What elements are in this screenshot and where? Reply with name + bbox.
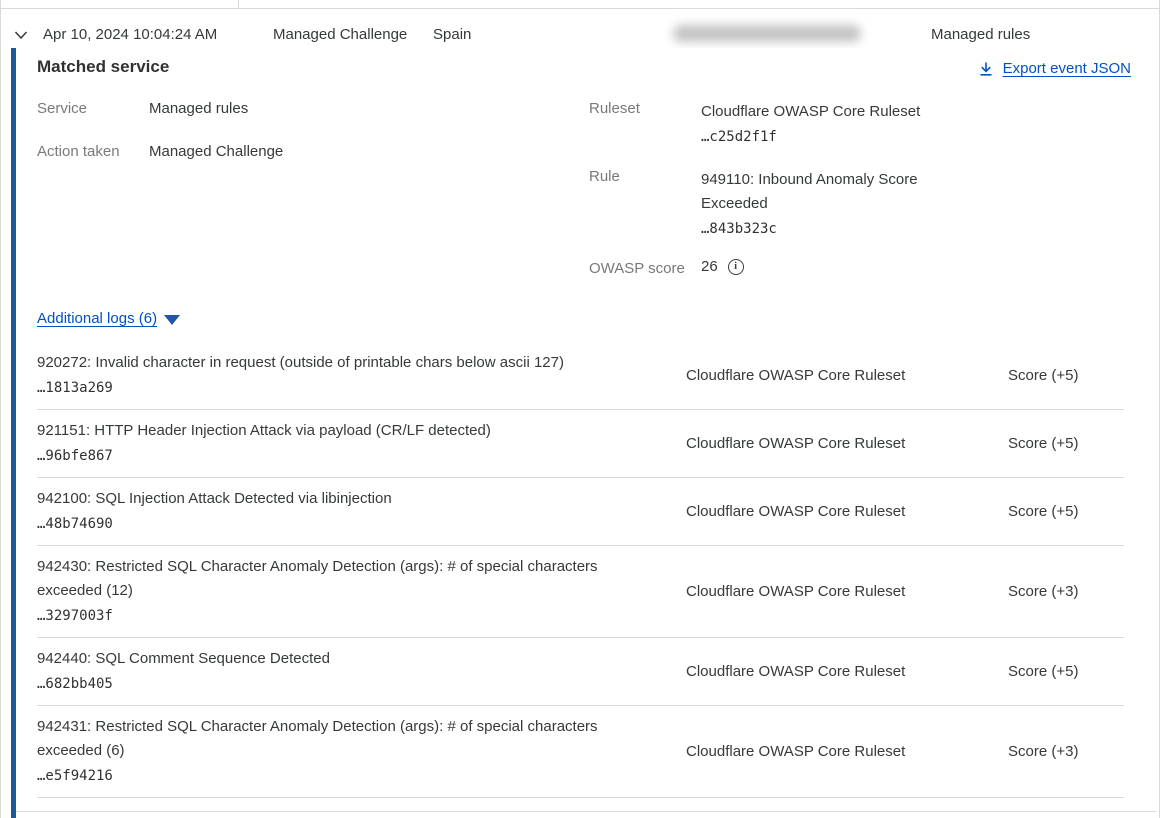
ruleset-name: Cloudflare OWASP Core Ruleset: [701, 103, 920, 120]
additional-logs-label: Additional logs (6): [37, 310, 157, 327]
log-rule-id: …1813a269: [37, 376, 617, 400]
column-tick-divider: [238, 0, 239, 8]
ruleset-value-block: Cloudflare OWASP Core Ruleset …c25d2f1f: [701, 100, 941, 149]
log-ruleset: Cloudflare OWASP Core Ruleset: [686, 743, 1008, 760]
log-rule-title: 920272: Invalid character in request (ou…: [37, 351, 617, 375]
event-country: Spain: [433, 26, 471, 43]
log-rule-title: 921151: HTTP Header Injection Attack via…: [37, 419, 617, 443]
log-rule-title: 942431: Restricted SQL Character Anomaly…: [37, 715, 617, 763]
action-taken-value: Managed Challenge: [149, 143, 283, 160]
log-score: Score (+5): [1008, 367, 1078, 384]
log-row-main: 942100: SQL Injection Attack Detected vi…: [37, 487, 617, 536]
log-rule-id: …3297003f: [37, 604, 617, 628]
download-icon: [978, 61, 994, 77]
event-timestamp: Apr 10, 2024 10:04:24 AM: [43, 26, 217, 43]
log-rule-title: 942430: Restricted SQL Character Anomaly…: [37, 555, 617, 603]
rule-id: …843b323c: [701, 217, 941, 241]
info-icon[interactable]: i: [728, 259, 744, 275]
additional-logs-toggle[interactable]: Additional logs (6): [37, 310, 180, 327]
log-row-main: 942431: Restricted SQL Character Anomaly…: [37, 715, 617, 788]
log-row: 920272: Invalid character in request (ou…: [37, 342, 1124, 410]
export-event-json-label: Export event JSON: [1003, 60, 1131, 77]
ruleset-label: Ruleset: [589, 100, 640, 117]
log-row: 942100: SQL Injection Attack Detected vi…: [37, 478, 1124, 546]
log-score: Score (+5): [1008, 663, 1078, 680]
log-row: 942430: Restricted SQL Character Anomaly…: [37, 546, 1124, 638]
rule-name: 949110: Inbound Anomaly Score Exceeded: [701, 171, 918, 212]
log-row: 942431: Restricted SQL Character Anomaly…: [37, 706, 1124, 798]
panel-bottom-divider: [16, 811, 1156, 812]
ruleset-id: …c25d2f1f: [701, 125, 941, 149]
log-score: Score (+5): [1008, 503, 1078, 520]
action-taken-label: Action taken: [37, 143, 120, 160]
owasp-score-block: 26 i: [701, 258, 744, 275]
owasp-score-value: 26: [701, 258, 718, 275]
log-rule-id: …96bfe867: [37, 444, 617, 468]
log-rule-id: …682bb405: [37, 672, 617, 696]
log-ruleset: Cloudflare OWASP Core Ruleset: [686, 583, 1008, 600]
event-action: Managed Challenge: [273, 26, 407, 43]
log-row: 921151: HTTP Header Injection Attack via…: [37, 410, 1124, 478]
log-rule-title: 942100: SQL Injection Attack Detected vi…: [37, 487, 617, 511]
log-row-main: 942430: Restricted SQL Character Anomaly…: [37, 555, 617, 628]
caret-down-icon: [164, 315, 180, 325]
log-ruleset: Cloudflare OWASP Core Ruleset: [686, 435, 1008, 452]
export-event-json-link[interactable]: Export event JSON: [978, 60, 1131, 77]
event-detail-panel: Matched service Export event JSON Servic…: [11, 48, 1156, 818]
matched-service-title: Matched service: [37, 57, 169, 77]
chevron-down-icon[interactable]: [13, 27, 29, 43]
log-score: Score (+3): [1008, 743, 1078, 760]
log-score: Score (+3): [1008, 583, 1078, 600]
additional-logs-table: 920272: Invalid character in request (ou…: [37, 342, 1124, 798]
log-row-main: 921151: HTTP Header Injection Attack via…: [37, 419, 617, 468]
owasp-score-label: OWASP score: [589, 260, 685, 277]
service-value: Managed rules: [149, 100, 248, 117]
log-score: Score (+5): [1008, 435, 1078, 452]
log-rule-id: …48b74690: [37, 512, 617, 536]
rule-value-block: 949110: Inbound Anomaly Score Exceeded ……: [701, 168, 941, 241]
log-rule-title: 942440: SQL Comment Sequence Detected: [37, 647, 617, 671]
log-rule-id: …e5f94216: [37, 764, 617, 788]
log-row: 942440: SQL Comment Sequence Detected …6…: [37, 638, 1124, 706]
log-ruleset: Cloudflare OWASP Core Ruleset: [686, 503, 1008, 520]
event-service: Managed rules: [931, 26, 1030, 43]
log-row-main: 942440: SQL Comment Sequence Detected …6…: [37, 647, 617, 696]
rule-label: Rule: [589, 168, 620, 185]
firewall-event-detail-screen: Apr 10, 2024 10:04:24 AM Managed Challen…: [0, 0, 1160, 818]
service-label: Service: [37, 100, 87, 117]
log-row-main: 920272: Invalid character in request (ou…: [37, 351, 617, 400]
event-summary-row[interactable]: Apr 10, 2024 10:04:24 AM Managed Challen…: [1, 8, 1159, 48]
log-ruleset: Cloudflare OWASP Core Ruleset: [686, 663, 1008, 680]
log-ruleset: Cloudflare OWASP Core Ruleset: [686, 367, 1008, 384]
redacted-hostname: [673, 25, 861, 42]
